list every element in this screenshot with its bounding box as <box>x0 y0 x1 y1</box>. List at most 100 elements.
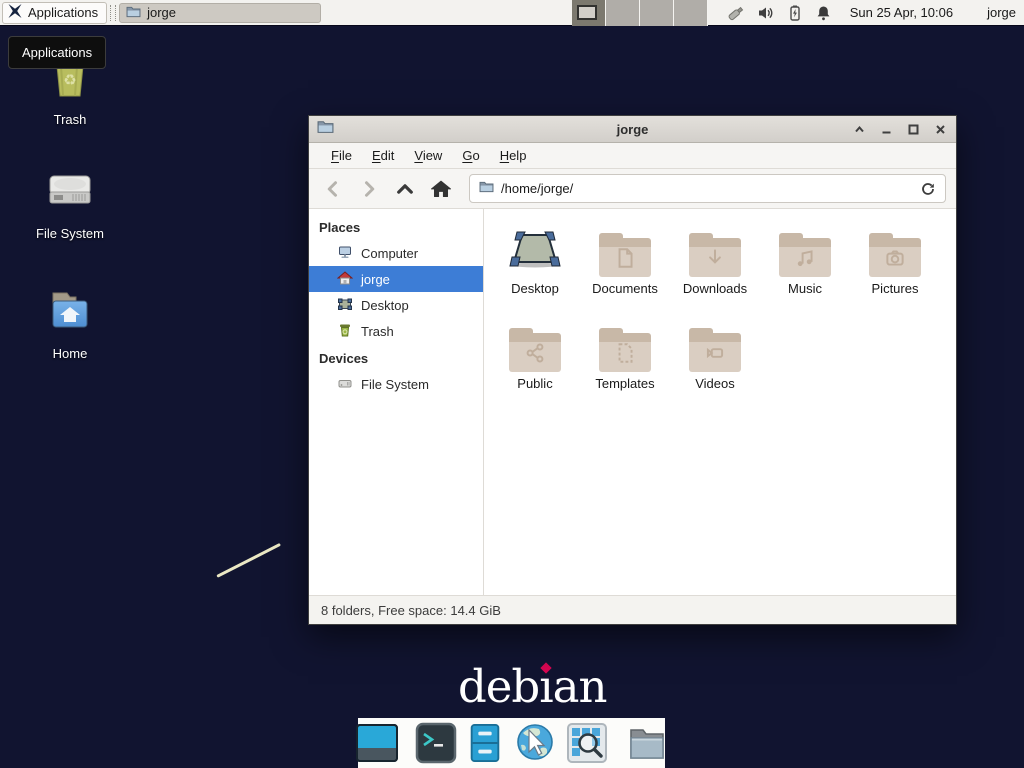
maximize-button[interactable] <box>905 121 921 137</box>
folder-icon <box>689 233 741 277</box>
desktop-icon-label: File System <box>36 226 104 241</box>
toolbar: /home/jorge/ <box>309 169 956 209</box>
desktop-icon-label: Trash <box>54 112 87 127</box>
home-icon <box>337 270 353 289</box>
workspace-1[interactable] <box>572 0 606 26</box>
folder-item-public[interactable]: Public <box>490 320 580 415</box>
panel-user-label[interactable]: jorge <box>987 5 1016 20</box>
folder-icon <box>599 328 651 372</box>
download-arrow-glyph-icon <box>703 246 727 275</box>
sidebar-places-header: Places <box>309 213 483 240</box>
dock <box>358 718 665 768</box>
folder-item-pictures[interactable]: Pictures <box>850 225 940 320</box>
file-cabinet-icon[interactable] <box>465 722 505 764</box>
workspace-3[interactable] <box>640 0 674 26</box>
folder-icon <box>869 233 921 277</box>
folder-item-downloads[interactable]: Downloads <box>670 225 760 320</box>
folder-icon <box>599 233 651 277</box>
panel-handle[interactable] <box>110 5 116 21</box>
back-button[interactable] <box>319 175 347 203</box>
menu-file[interactable]: File <box>321 143 362 168</box>
folder-view[interactable]: Desktop Documents Downloads <box>484 209 956 595</box>
menu-view[interactable]: View <box>404 143 452 168</box>
drive-icon <box>337 375 353 394</box>
home-button[interactable] <box>427 175 455 203</box>
desktop-icon-file-system[interactable]: File System <box>18 168 122 241</box>
folder-item-videos[interactable]: Videos <box>670 320 760 415</box>
xfce-logo-icon <box>7 3 23 22</box>
sidebar-item-desktop[interactable]: Desktop <box>309 292 483 318</box>
applications-tooltip: Applications <box>8 36 106 69</box>
sidebar-item-trash[interactable]: Trash <box>309 318 483 344</box>
close-button[interactable] <box>932 121 948 137</box>
folder-item-music[interactable]: Music <box>760 225 850 320</box>
sidebar-item-jorge[interactable]: jorge <box>309 266 483 292</box>
shade-button[interactable] <box>851 121 867 137</box>
music-notes-glyph-icon <box>793 246 817 275</box>
volume-icon[interactable] <box>757 4 775 22</box>
svg-text:♻: ♻ <box>63 72 76 89</box>
menu-go[interactable]: Go <box>452 143 489 168</box>
system-tray <box>726 4 832 22</box>
menu-edit[interactable]: Edit <box>362 143 404 168</box>
path-text: /home/jorge/ <box>501 181 573 196</box>
folder-item-templates[interactable]: Templates <box>580 320 670 415</box>
debian-text-post: an <box>553 660 607 713</box>
debian-text-i: ı <box>539 660 552 713</box>
hard-drive-icon <box>46 168 94 217</box>
up-button[interactable] <box>391 175 419 203</box>
sidebar-item-file-system[interactable]: File System <box>309 371 483 397</box>
battery-icon[interactable] <box>786 4 804 22</box>
workspace-switcher <box>572 0 708 26</box>
panel-clock[interactable]: Sun 25 Apr, 10:06 <box>850 5 953 20</box>
top-panel: Applications jorge <box>0 0 1024 26</box>
sidebar: Places Computer jorge <box>309 209 484 595</box>
removable-media-icon[interactable] <box>726 4 746 22</box>
home-folder-icon <box>46 288 94 337</box>
statusbar: 8 folders, Free space: 14.4 GiB <box>309 595 956 624</box>
debian-wallpaper-logo: debıan <box>458 660 606 713</box>
applications-menu-button[interactable]: Applications <box>2 2 107 24</box>
file-manager-window: jorge File Edit View Go Help <box>308 115 957 625</box>
sidebar-item-computer[interactable]: Computer <box>309 240 483 266</box>
debian-text-pre: deb <box>458 660 539 713</box>
desktop-icon <box>337 296 353 315</box>
workspace-window-thumbnail <box>577 5 597 20</box>
desktop-icon-label: Home <box>53 346 88 361</box>
folder-item-documents[interactable]: Documents <box>580 225 670 320</box>
computer-icon <box>337 244 353 263</box>
taskbar-window-button[interactable]: jorge <box>119 3 321 23</box>
workspace-4[interactable] <box>674 0 708 26</box>
taskbar-window-label: jorge <box>147 5 176 20</box>
desktop-icon-home[interactable]: Home <box>18 288 122 361</box>
workspace-2[interactable] <box>606 0 640 26</box>
terminal-icon[interactable] <box>415 722 457 764</box>
applications-menu-label: Applications <box>28 5 98 20</box>
application-finder-icon[interactable] <box>565 722 609 764</box>
minimize-button[interactable] <box>878 121 894 137</box>
folder-item-desktop[interactable]: Desktop <box>490 225 580 320</box>
applications-tooltip-text: Applications <box>22 45 92 60</box>
wallpaper-line-artifact <box>216 543 281 578</box>
show-desktop-icon[interactable] <box>355 722 399 764</box>
window-content: Places Computer jorge <box>309 209 956 595</box>
notifications-bell-icon[interactable] <box>815 4 832 22</box>
menu-help[interactable]: Help <box>490 143 537 168</box>
folder-icon <box>689 328 741 372</box>
menubar: File Edit View Go Help <box>309 143 956 169</box>
path-bar[interactable]: /home/jorge/ <box>469 174 946 203</box>
document-glyph-icon <box>613 246 637 275</box>
window-titlebar[interactable]: jorge <box>309 116 956 143</box>
path-folder-icon <box>479 180 494 198</box>
forward-button[interactable] <box>355 175 383 203</box>
window-controls <box>851 121 948 137</box>
reload-button[interactable] <box>920 181 936 197</box>
video-camera-glyph-icon <box>703 341 727 370</box>
share-glyph-icon <box>523 341 547 370</box>
file-manager-folder-icon[interactable] <box>625 722 669 764</box>
folder-icon <box>126 5 141 21</box>
sidebar-devices-header: Devices <box>309 344 483 371</box>
camera-glyph-icon <box>883 246 907 275</box>
web-browser-globe-icon[interactable] <box>513 721 557 765</box>
folder-icon <box>779 233 831 277</box>
